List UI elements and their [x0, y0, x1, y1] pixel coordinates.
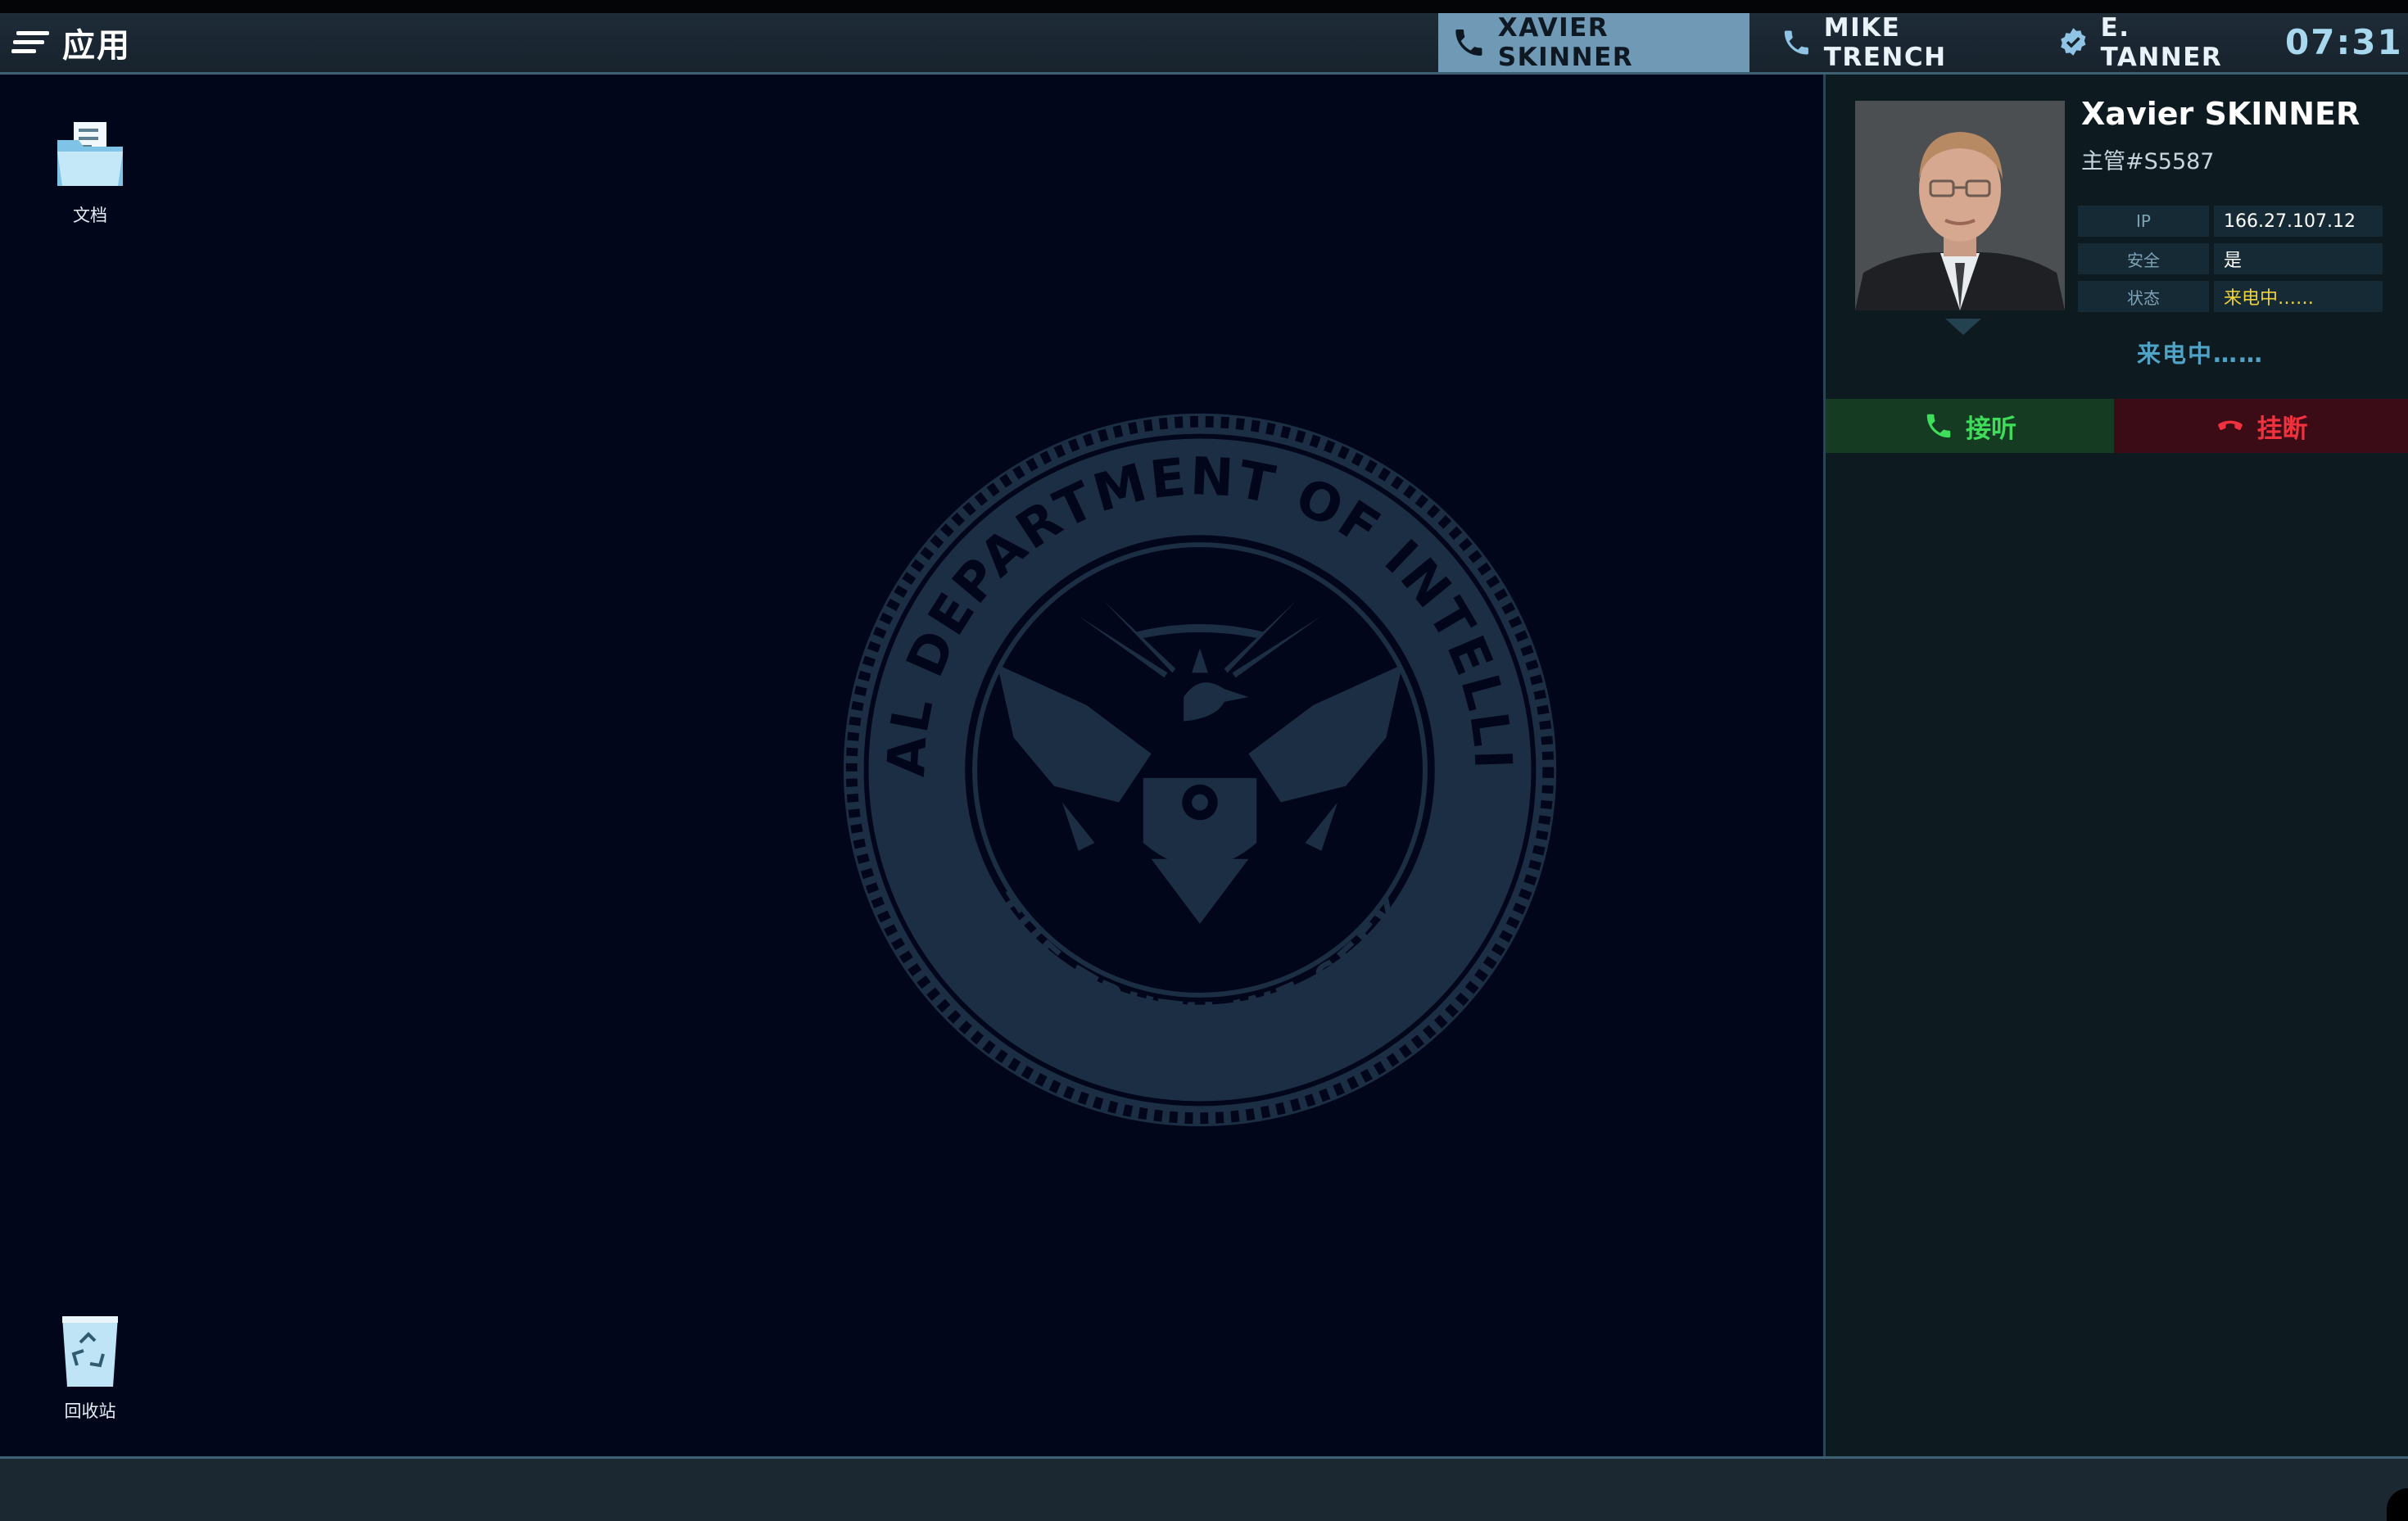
tab-label: MIKE TRENCH — [1823, 13, 1947, 72]
call-actions: 接听 挂断 — [1826, 399, 2408, 453]
decline-call-button[interactable]: 挂断 — [2114, 399, 2408, 453]
info-value: 来电中…… — [2214, 281, 2383, 312]
verified-badge-icon — [2061, 28, 2086, 56]
info-row-status: 状态 来电中…… — [2078, 281, 2383, 312]
top-bar: 应用 XAVIER SKINNER MIKE TRENCH E. TANNER … — [0, 13, 2408, 75]
info-row-secure: 安全 是 — [2078, 243, 2383, 274]
info-key: 状态 — [2078, 281, 2209, 312]
photo-pointer — [1945, 319, 1981, 335]
info-row-ip: IP 166.27.107.12 — [2078, 206, 2383, 237]
screen-bezel — [0, 0, 2408, 13]
caller-id: 主管#S5587 — [2081, 149, 2215, 174]
tab-call-xavier-skinner[interactable]: XAVIER SKINNER — [1438, 13, 1749, 72]
system-clock: 07:31 — [2285, 22, 2403, 62]
caller-info-table: IP 166.27.107.12 安全 是 状态 来电中…… — [2078, 206, 2383, 319]
call-status-text: 来电中…… — [2137, 340, 2265, 368]
hang-up-icon — [2217, 420, 2243, 431]
info-key: 安全 — [2078, 243, 2209, 274]
info-value: 166.27.107.12 — [2214, 206, 2383, 237]
phone-icon — [1455, 29, 1482, 57]
desktop-area: 文档 回收站 FEDERAL DEPARTMENT OF INTELLIGENC… — [0, 75, 1823, 1456]
apps-menu-button[interactable]: 应用 — [11, 23, 131, 65]
corner-decoration — [2387, 1488, 2408, 1521]
accept-label: 接听 — [1966, 414, 2016, 444]
taskbar — [0, 1456, 2408, 1521]
info-key: IP — [2078, 206, 2209, 237]
tab-call-mike-trench[interactable]: MIKE TRENCH — [1768, 13, 2013, 72]
info-value: 是 — [2214, 243, 2383, 274]
hamburger-icon — [11, 31, 49, 53]
tab-label: XAVIER SKINNER — [1497, 13, 1634, 72]
phone-icon — [1784, 30, 1808, 55]
decline-label: 挂断 — [2256, 414, 2308, 444]
accept-call-button[interactable]: 接听 — [1826, 399, 2114, 453]
recycle-bin-icon — [62, 1316, 118, 1387]
folder-icon — [57, 122, 123, 186]
phone-icon — [1926, 414, 1951, 438]
desktop-icon-label: 文档 — [73, 206, 107, 225]
desktop-icon-documents[interactable]: 文档 — [33, 115, 147, 227]
desktop-icon-label: 回收站 — [64, 1401, 116, 1421]
desktop-icon-recycle-bin[interactable]: 回收站 — [33, 1311, 147, 1423]
apps-menu-label: 应用 — [62, 27, 131, 65]
tab-contact-e-tanner[interactable]: E. TANNER — [2044, 13, 2249, 72]
caller-name: Xavier SKINNER — [2081, 96, 2360, 132]
tab-label: E. TANNER — [2100, 13, 2223, 72]
agency-seal-watermark: FEDERAL DEPARTMENT OF INTELLIGENCE THE T… — [843, 413, 1557, 1127]
caller-photo — [1855, 101, 2065, 310]
incoming-call-panel: Xavier SKINNER 主管#S5587 IP 166.27.107.12… — [1823, 75, 2408, 1456]
